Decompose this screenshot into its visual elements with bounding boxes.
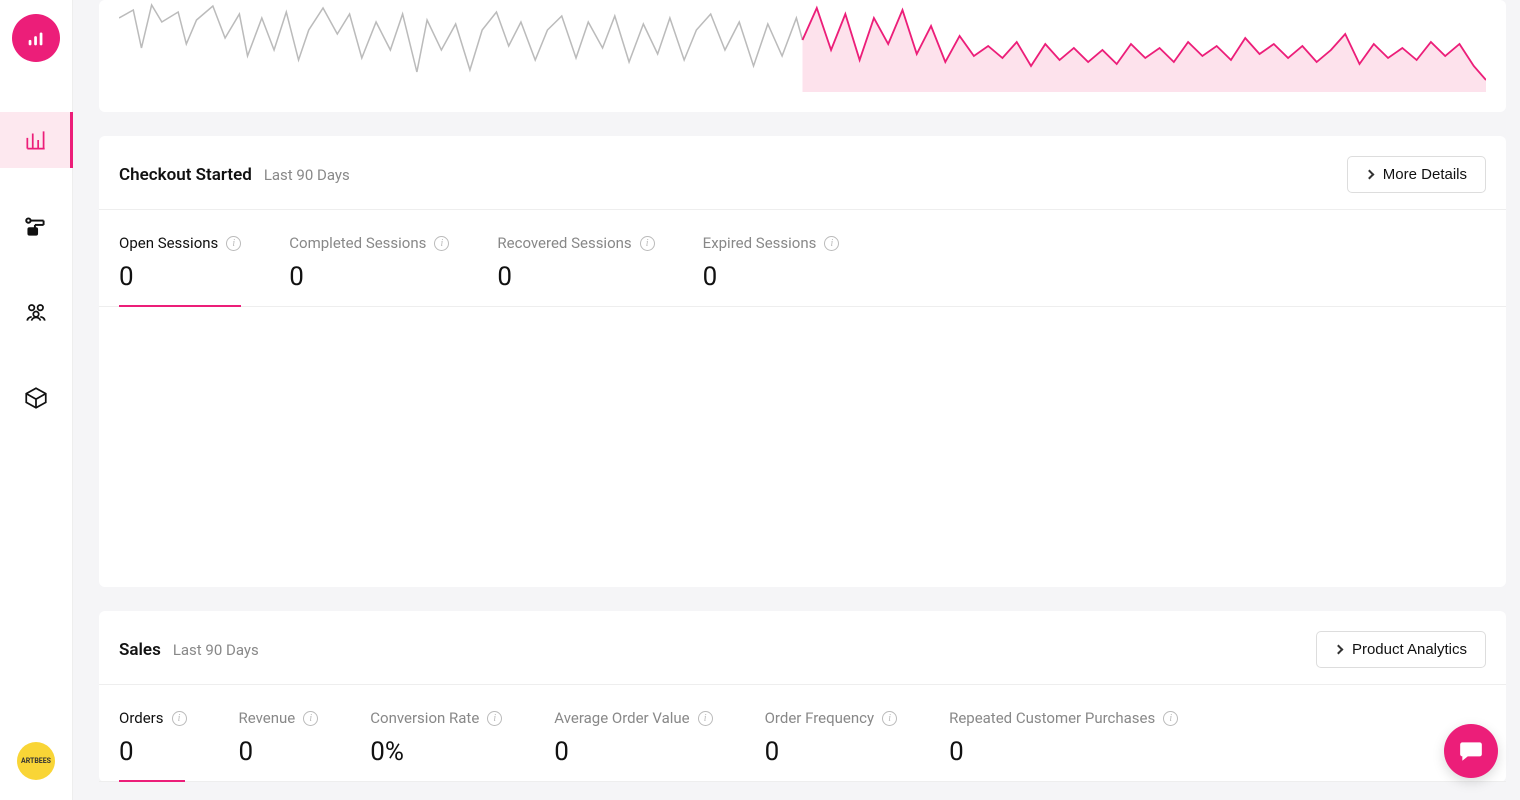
avatar[interactable]: ARTBEES — [17, 742, 55, 780]
people-icon — [23, 299, 49, 325]
tab-expired-sessions[interactable]: Expired Sessions i 0 — [703, 234, 840, 306]
sidebar-item-products[interactable] — [0, 370, 73, 426]
card-subtitle: Last 90 Days — [264, 166, 350, 184]
checkout-tabs: Open Sessions i 0 Completed Sessions i 0… — [99, 210, 1506, 307]
top-chart — [119, 0, 1486, 92]
info-icon[interactable]: i — [434, 236, 449, 251]
tab-value: 0 — [119, 737, 187, 767]
tab-label: Recovered Sessions — [497, 234, 631, 252]
tab-average-order-value[interactable]: Average Order Value i 0 — [554, 709, 712, 781]
card-header: Checkout Started Last 90 Days More Detai… — [99, 136, 1506, 210]
tab-order-frequency[interactable]: Order Frequency i 0 — [765, 709, 897, 781]
info-icon[interactable]: i — [824, 236, 839, 251]
tab-recovered-sessions[interactable]: Recovered Sessions i 0 — [497, 234, 654, 306]
tab-value: 0 — [703, 262, 840, 292]
tab-conversion-rate[interactable]: Conversion Rate i 0% — [370, 709, 502, 781]
tab-value: 0 — [765, 737, 897, 767]
box-icon — [23, 385, 49, 411]
tab-repeated-customer-purchases[interactable]: Repeated Customer Purchases i 0 — [949, 709, 1178, 781]
info-icon[interactable]: i — [882, 711, 897, 726]
logo[interactable] — [12, 14, 60, 62]
sidebar-item-analytics[interactable] — [0, 112, 73, 168]
bar-chart-icon — [23, 127, 49, 153]
tab-label: Repeated Customer Purchases — [949, 709, 1155, 727]
info-icon[interactable]: i — [487, 711, 502, 726]
tab-label: Revenue — [239, 709, 296, 727]
checkout-chart-area — [99, 307, 1506, 587]
avatar-label: ARTBEES — [21, 757, 51, 765]
tab-label: Average Order Value — [554, 709, 689, 727]
tab-label: Expired Sessions — [703, 234, 817, 252]
info-icon[interactable]: i — [226, 236, 241, 251]
tab-value: 0 — [119, 262, 241, 292]
tab-value: 0 — [949, 737, 1178, 767]
tab-value: 0 — [554, 737, 712, 767]
product-analytics-button[interactable]: Product Analytics — [1316, 631, 1486, 668]
sidebar: ARTBEES — [0, 0, 73, 800]
more-details-button[interactable]: More Details — [1347, 156, 1486, 193]
tab-label: Conversion Rate — [370, 709, 479, 727]
info-icon[interactable]: i — [303, 711, 318, 726]
sales-tabs: Orders i 0 Revenue i 0 Conversion Rate i… — [99, 685, 1506, 782]
info-icon[interactable]: i — [1163, 711, 1178, 726]
checkout-started-card: Checkout Started Last 90 Days More Detai… — [99, 136, 1506, 587]
info-icon[interactable]: i — [172, 711, 187, 726]
tab-open-sessions[interactable]: Open Sessions i 0 — [119, 234, 241, 306]
tab-label: Completed Sessions — [289, 234, 426, 252]
tab-revenue[interactable]: Revenue i 0 — [239, 709, 319, 781]
card-title: Checkout Started — [119, 165, 252, 185]
main: Checkout Started Last 90 Days More Detai… — [73, 0, 1520, 800]
sidebar-item-flows[interactable] — [0, 198, 73, 254]
top-chart-card — [99, 0, 1506, 112]
flow-icon — [23, 213, 49, 239]
tab-orders[interactable]: Orders i 0 — [119, 709, 187, 781]
sidebar-nav — [0, 112, 72, 426]
sidebar-item-audience[interactable] — [0, 284, 73, 340]
card-title: Sales — [119, 640, 161, 660]
chevron-right-icon — [1333, 645, 1343, 655]
info-icon[interactable]: i — [640, 236, 655, 251]
tab-value: 0 — [239, 737, 319, 767]
button-label: Product Analytics — [1352, 641, 1467, 658]
tab-label: Orders — [119, 709, 164, 727]
chevron-right-icon — [1364, 170, 1374, 180]
info-icon[interactable]: i — [698, 711, 713, 726]
tab-value: 0% — [370, 737, 502, 767]
sidebar-bottom: ARTBEES — [17, 742, 55, 780]
button-label: More Details — [1383, 166, 1467, 183]
sales-card: Sales Last 90 Days Product Analytics Ord… — [99, 611, 1506, 782]
tab-value: 0 — [289, 262, 449, 292]
tab-label: Open Sessions — [119, 234, 218, 252]
chat-button[interactable] — [1444, 724, 1498, 778]
tab-label: Order Frequency — [765, 709, 874, 727]
chat-icon — [1458, 738, 1484, 764]
tab-completed-sessions[interactable]: Completed Sessions i 0 — [289, 234, 449, 306]
card-header: Sales Last 90 Days Product Analytics — [99, 611, 1506, 685]
card-subtitle: Last 90 Days — [173, 641, 259, 659]
tab-value: 0 — [497, 262, 654, 292]
